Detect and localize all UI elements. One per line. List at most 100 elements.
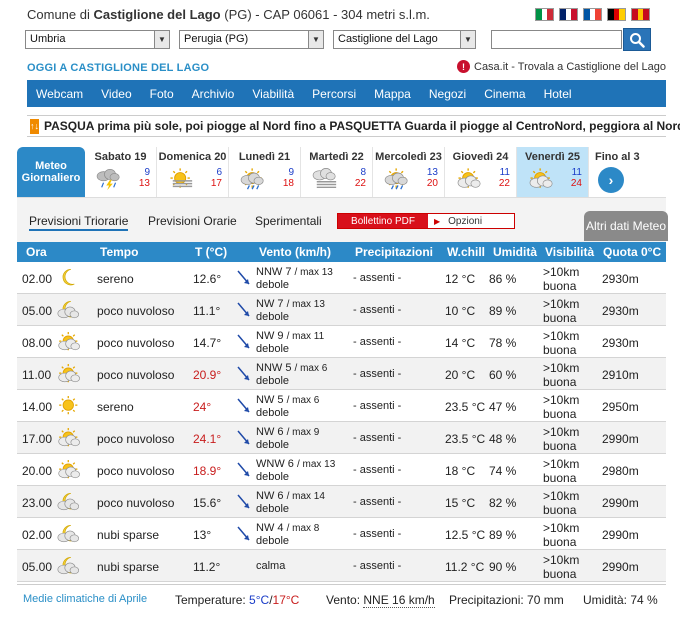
row-wind: NW 7 / max 13 [256,298,325,310]
nav-item-percorsi[interactable]: Percorsi [303,87,365,101]
thunderstorm-icon [95,167,125,191]
section-title: OGGI A CASTIGLIONE DEL LAGO [27,62,210,74]
row-wind: NW 4 / max 8 [256,522,319,534]
nav-item-cinema[interactable]: Cinema [475,87,534,101]
day-name: Giovedì 24 [452,151,509,163]
row-umidita: 78 % [489,336,517,350]
day-tab[interactable]: Sabato 19 9 13 [85,147,157,197]
day-tab[interactable]: Domenica 20 6 17 [157,147,229,197]
province-select[interactable]: Perugia (PG) ▼ [179,30,324,49]
nav-item-webcam[interactable]: Webcam [27,87,92,101]
chevron-right-icon[interactable]: › [598,167,624,193]
region-select-value: Umbria [30,33,66,45]
day-max-temp: 22 [498,178,510,189]
row-precipitazioni: - assenti - [353,272,402,284]
row-wind: NW 9 / max 11 [256,330,324,342]
table-row: 05.00 nubi sparse 11.2° calma - assenti - 11.… [17,550,666,582]
search-input[interactable] [491,30,622,49]
row-visibilita: >10km [543,361,580,375]
row-tempo: poco nuvoloso [97,368,175,382]
medie-link[interactable]: Medie climatiche di Aprile [23,593,147,605]
day-tabs: Meteo Giornaliero Sabato 19 9 13 Domenica 2… [17,147,666,197]
col-quota: Quota 0°C [603,245,662,259]
row-precipitazioni: - assenti - [353,336,402,348]
casa-link[interactable]: ! Casa.it - Trovala a Castiglione del La… [457,60,666,73]
row-umidita: 89 % [489,528,517,542]
wind-arrow-icon [234,428,254,448]
row-wind: NW 5 / max 6 [256,394,319,406]
wind-dir: NW 6 [256,490,284,502]
region-select[interactable]: Umbria ▼ [25,30,170,49]
tab-meteo-giornaliero[interactable]: Meteo Giornaliero [17,147,85,197]
day-tab[interactable]: Lunedì 21 9 18 [229,147,301,197]
row-temp: 11.1° [193,304,221,318]
row-quota: 2910m [602,368,639,382]
spanish-flag[interactable] [631,8,650,21]
day-name: Lunedì 21 [238,151,291,163]
nav-item-video[interactable]: Video [92,87,140,101]
cloudy-moon-icon [57,298,83,322]
sun-fog-icon [167,167,197,191]
row-visibilita-quality: buona [543,375,577,389]
french-flag[interactable] [583,8,602,21]
col-visibilita: Visibilità [545,245,595,259]
bollettino-pdf-button[interactable]: Bollettino PDF [338,214,428,228]
vento-value: NNE 16 km/h [363,593,435,608]
day-tab[interactable]: Venerdì 25 11 24 [517,147,589,197]
col-ora: Ora [26,245,47,259]
row-ora: 05.00 [22,560,53,574]
main-nav: Webcam Video Foto Archivio Viabilità Percorsi… [27,80,666,107]
row-temp: 14.7° [193,336,222,350]
row-wind: WNW 6 / max 13 [256,458,335,470]
prec-label: Precipitazioni: [449,593,524,607]
row-precipitazioni: - assenti - [353,560,402,572]
vento-label: Vento: [326,593,361,607]
day-tab[interactable]: Martedì 22 8 22 [301,147,373,197]
nav-item-archivio[interactable]: Archivio [183,87,244,101]
nav-item-negozi[interactable]: Negozi [420,87,475,101]
row-precipitazioni: - assenti - [353,368,402,380]
fino-al-tab[interactable]: Fino al 3 › [589,147,647,197]
search-icon [630,32,645,48]
nav-item-foto[interactable]: Foto [141,87,183,101]
row-visibilita-quality: buona [543,311,577,325]
row-quota: 2980m [602,464,639,478]
opzioni-label: Opzioni [448,215,483,227]
row-precipitazioni: - assenti - [353,400,402,412]
row-visibilita: >10km [543,297,580,311]
day-name: Domenica 20 [158,151,227,163]
row-wchill: 14 °C [445,336,476,350]
tab-previsioni-triorarie[interactable]: Previsioni Triorarie [29,214,129,231]
row-quota: 2990m [602,432,639,446]
wind-arrow-icon [234,492,254,512]
casa-pin-icon: ! [457,60,470,73]
wind-arrow-icon [234,300,254,320]
row-quota: 2930m [602,304,639,318]
day-max-temp: 20 [426,178,438,189]
wind-strength: debole [256,503,290,515]
bollettino-options-bar: Bollettino PDF ▶ Opzioni [337,213,515,229]
opzioni-button[interactable]: ▶ Opzioni [428,214,514,228]
wind-strength: calma [256,560,286,572]
comune-select[interactable]: Castiglione del Lago ▼ [333,30,476,49]
uk-flag[interactable] [559,8,578,21]
nav-item-hotel[interactable]: Hotel [535,87,581,101]
tab-sperimentali[interactable]: Sperimentali [255,214,322,228]
row-visibilita: >10km [543,457,580,471]
row-wchill: 10 °C [445,304,476,318]
nav-item-mappa[interactable]: Mappa [365,87,420,101]
day-tab[interactable]: Mercoledì 23 13 20 [373,147,445,197]
italian-flag[interactable] [535,8,554,21]
tab-previsioni-orarie[interactable]: Previsioni Orarie [148,214,237,228]
german-flag[interactable] [607,8,626,21]
day-max-temp: 13 [138,178,150,189]
nav-item-viabilità[interactable]: Viabilità [243,87,303,101]
row-temp: 15.6° [193,496,222,510]
news-ticker[interactable]: ↑↓ PASQUA prima più sole, poi piogge al … [27,115,680,137]
table-row: 20.00 poco nuvoloso 18.9° WNW 6 / max 13 deb… [17,454,666,486]
row-wchill: 23.5 °C [445,400,486,414]
altri-dati-meteo-button[interactable]: Altri dati Meteo [584,211,668,241]
search-button[interactable] [623,28,651,51]
day-tab[interactable]: Giovedì 24 11 22 [445,147,517,197]
row-visibilita-quality: buona [543,343,577,357]
